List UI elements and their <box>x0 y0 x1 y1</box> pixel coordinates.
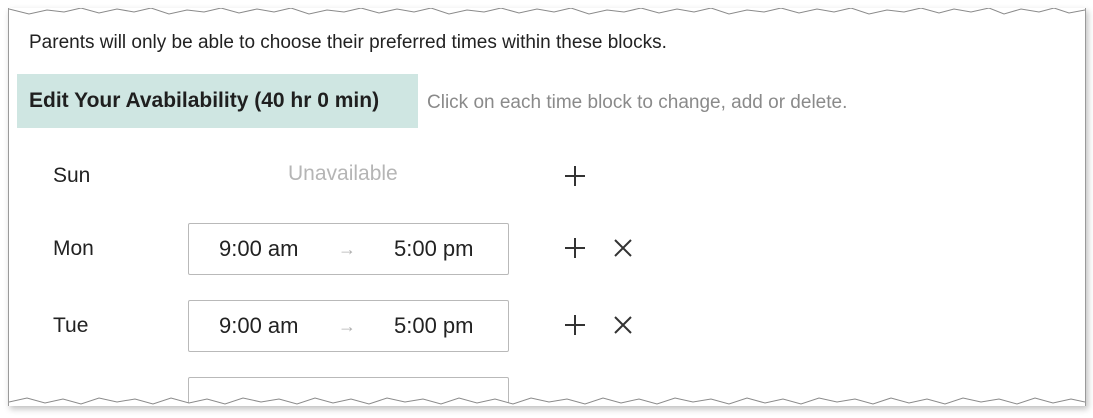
time-block[interactable]: 9:00 am → 5:00 pm <box>188 223 509 275</box>
day-row-sun: Sun Unavailable <box>9 150 1085 202</box>
availability-title: Edit Your Avabilability (40 hr 0 min) <box>29 89 380 112</box>
add-time-block-button[interactable] <box>562 312 588 338</box>
unavailable-label[interactable]: Unavailable <box>288 162 398 186</box>
availability-panel: Parents will only be able to choose thei… <box>8 8 1086 406</box>
time-block[interactable]: 9:00 am → 5:00 pm <box>188 300 509 352</box>
arrow-right-icon: → <box>338 238 356 259</box>
close-icon <box>614 239 632 257</box>
plus-icon <box>565 315 585 335</box>
end-time: 5:00 pm <box>394 236 474 261</box>
day-label: Mon <box>53 237 94 260</box>
availability-header: Edit Your Avabilability (40 hr 0 min) <box>17 74 418 128</box>
day-row-mon: Mon 9:00 am → 5:00 pm <box>9 223 1085 275</box>
delete-time-block-button[interactable] <box>610 235 636 261</box>
end-time: 5:00 pm <box>394 313 474 338</box>
add-time-block-button[interactable] <box>562 235 588 261</box>
torn-edge-top <box>9 8 1085 15</box>
info-text: Parents will only be able to choose thei… <box>29 32 667 53</box>
start-time: 9:00 am <box>219 313 299 338</box>
arrow-right-icon: → <box>338 315 356 336</box>
day-row-tue: Tue 9:00 am → 5:00 pm <box>9 300 1085 352</box>
delete-time-block-button[interactable] <box>610 312 636 338</box>
day-label: Sun <box>53 164 91 187</box>
day-label: Tue <box>53 314 89 337</box>
plus-icon <box>565 166 585 186</box>
add-time-block-button[interactable] <box>562 163 588 189</box>
start-time: 9:00 am <box>219 236 299 261</box>
torn-edge-bottom <box>9 397 1085 406</box>
plus-icon <box>565 238 585 258</box>
availability-hint: Click on each time block to change, add … <box>427 92 848 113</box>
close-icon <box>614 316 632 334</box>
